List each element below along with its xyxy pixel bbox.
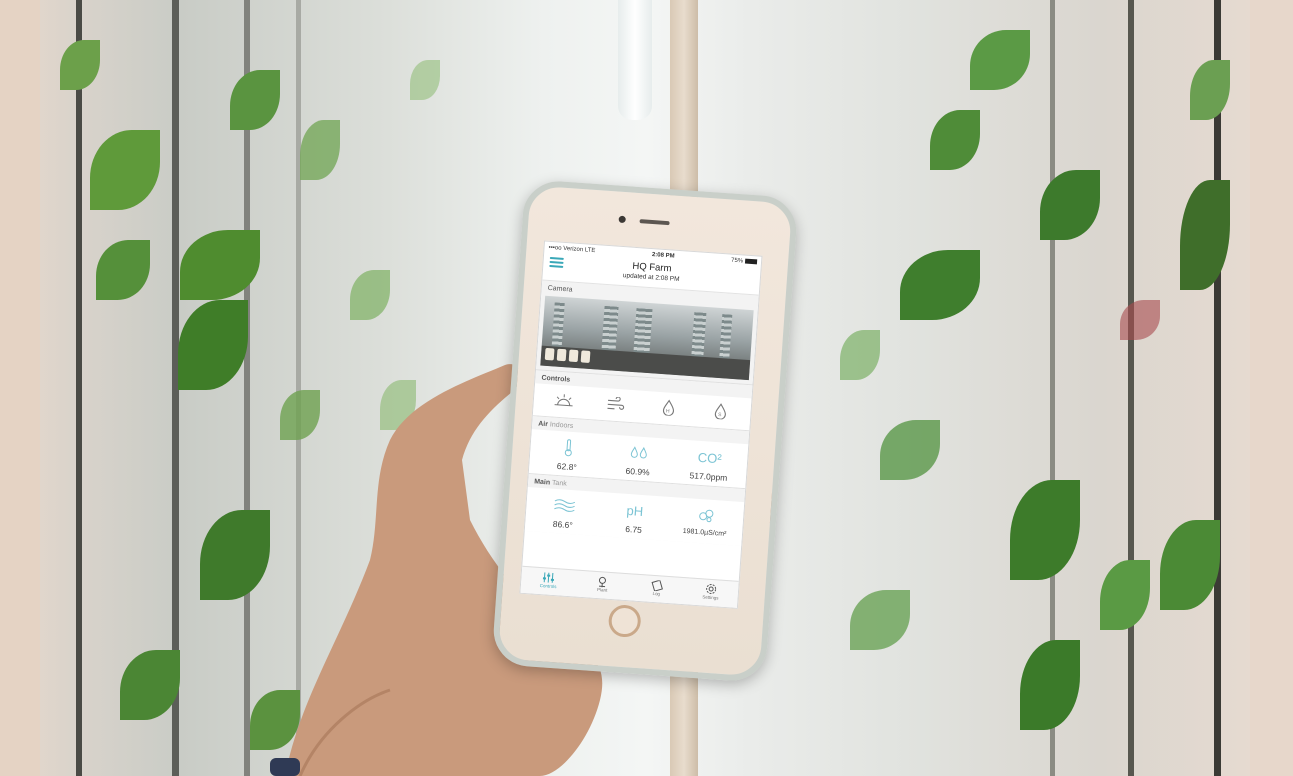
app-screen: •••oo Verizon LTE 2:08 PM 75% HQ Farm up… [519,240,763,609]
tab-settings[interactable]: Settings [683,578,739,608]
camera-feed[interactable] [540,295,754,381]
tab-bar: Controls Plant Log Settings [520,565,739,608]
water-waves-icon [528,493,600,518]
humidity-icon[interactable]: H [657,398,680,417]
carrier-label: •••oo Verizon LTE [548,244,596,255]
nutrient-drop-icon[interactable]: S [709,401,732,420]
camera-section: Camera [535,280,759,386]
home-button[interactable] [607,603,642,639]
battery-indicator: 75% [730,257,758,266]
svg-text:H: H [665,408,669,414]
air-co2[interactable]: CO² 517.0ppm [673,445,746,484]
tank-temperature-value: 86.6° [552,518,574,531]
tab-controls[interactable]: Controls [520,567,576,597]
ec-icon [670,503,742,528]
air-temperature-value: 62.8° [556,460,578,473]
bucket-shape [544,347,555,361]
air-temperature[interactable]: 62.8° [531,435,604,474]
thermometer-icon [532,435,604,460]
tank-ph[interactable]: pH 6.75 [598,498,671,537]
ph-icon: pH [626,502,644,519]
tank-temperature[interactable]: 86.6° [527,493,600,532]
battery-icon [744,258,758,265]
bucket-shape [568,349,579,363]
air-humidity-value: 60.9% [625,465,651,478]
humidity-drops-icon [603,440,675,465]
fan-icon[interactable] [605,394,628,413]
svg-text:S: S [718,412,722,418]
smartphone: •••oo Verizon LTE 2:08 PM 75% HQ Farm up… [491,179,799,683]
front-camera [618,215,626,224]
air-co2-value: 517.0ppm [689,470,728,483]
bucket-shape [556,348,567,362]
clock: 2:08 PM [651,252,675,260]
tab-log[interactable]: Log [629,574,685,604]
battery-percent: 75% [730,257,744,265]
tab-plant[interactable]: Plant [575,571,631,601]
bucket-shape [580,350,591,363]
hamburger-menu-icon[interactable] [549,256,564,268]
air-humidity[interactable]: 60.9% [602,440,675,479]
tank-ec-value: 1981.0µS/cm² [682,527,727,538]
tank-ph-value: 6.75 [624,523,643,536]
co2-icon: CO² [697,449,723,466]
tank-ec[interactable]: 1981.0µS/cm² [669,503,742,542]
light-icon[interactable] [552,391,575,410]
earpiece [639,219,670,226]
